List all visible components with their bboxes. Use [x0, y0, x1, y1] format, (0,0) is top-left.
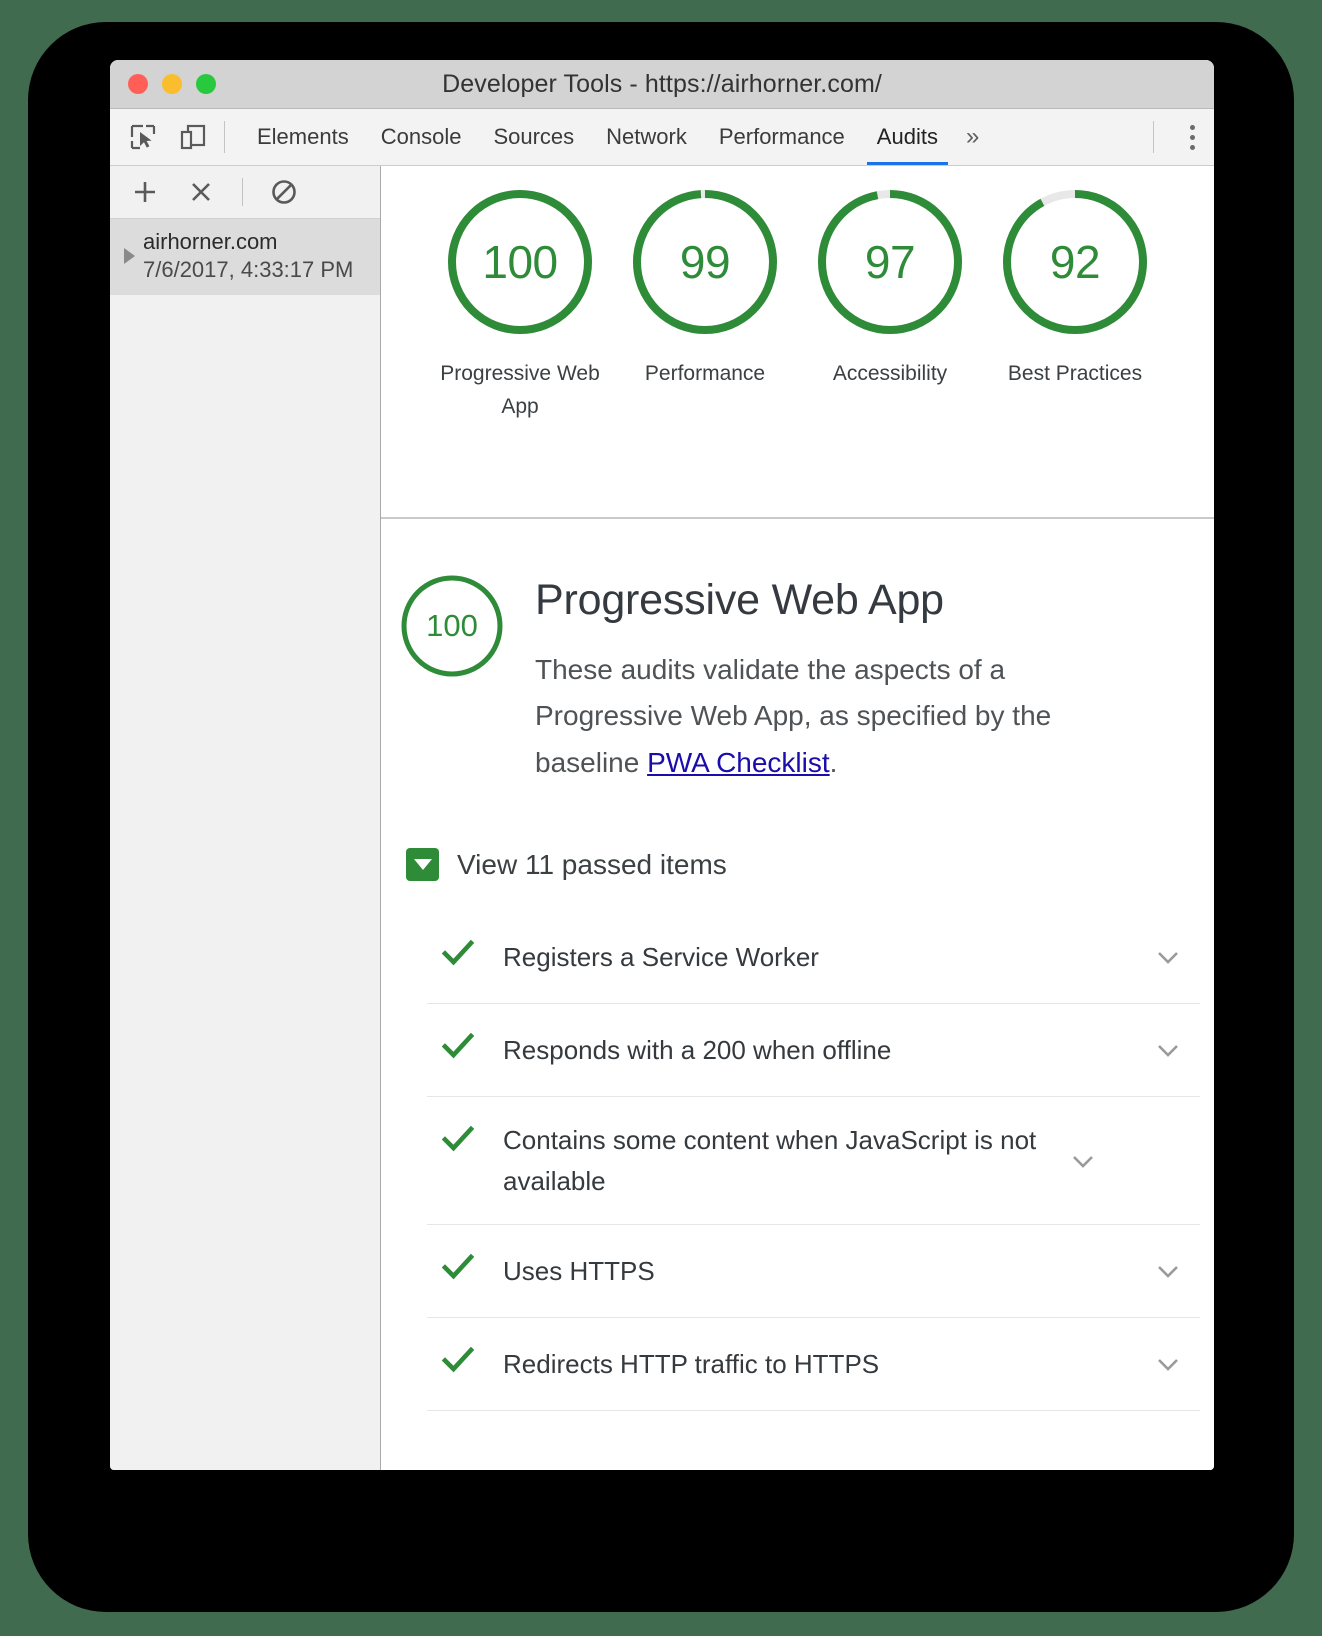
toolbar-divider: [224, 121, 225, 153]
score-gauge-row: 100 Progressive Web App 99 Performance 9…: [381, 166, 1214, 519]
devtools-tab-strip: Elements Console Sources Network Perform…: [110, 109, 1214, 166]
kebab-dot: [1189, 134, 1195, 140]
traffic-light-group: [128, 74, 216, 94]
score-card-accessibility: 97 Accessibility: [798, 184, 983, 391]
category-description: These audits validate the aspects of a P…: [535, 647, 1135, 786]
sidebar-item-report[interactable]: airhorner.com 7/6/2017, 4:33:17 PM: [110, 219, 380, 295]
title-bar: Developer Tools - https://airhorner.com/: [110, 60, 1214, 109]
device-toolbar-icon[interactable]: [178, 122, 208, 152]
menu-divider: [1153, 121, 1154, 153]
kebab-dot: [1189, 124, 1195, 130]
gauge-accessibility: 97: [812, 184, 968, 340]
audit-list: Registers a Service Worker Responds with…: [427, 911, 1200, 1412]
gauge-label-best-practices: Best Practices: [1007, 362, 1143, 385]
score-card-performance: 99 Performance: [613, 184, 798, 391]
report-host: airhorner.com: [143, 229, 278, 254]
gauge-pwa: 100: [442, 184, 598, 340]
kebab-dot: [1189, 144, 1195, 150]
tab-elements[interactable]: Elements: [241, 109, 365, 165]
gauge-label-accessibility: Accessibility: [832, 362, 948, 385]
audits-sidebar: airhorner.com 7/6/2017, 4:33:17 PM: [110, 166, 381, 1470]
inspect-element-icon[interactable]: [128, 122, 158, 152]
close-button[interactable]: [128, 74, 148, 94]
no-entry-clear-icon[interactable]: [269, 177, 299, 207]
tab-audits[interactable]: Audits: [861, 109, 954, 165]
mini-gauge-value: 100: [426, 608, 478, 643]
gauge-value-best-practices: 92: [1049, 236, 1101, 288]
gauge-label-performance: Performance: [644, 362, 766, 385]
audits-main-panel: 100 Progressive Web App 99 Performance 9…: [381, 166, 1214, 1470]
gauge-value-pwa: 100: [482, 236, 558, 288]
devtools-window: Developer Tools - https://airhorner.com/: [110, 60, 1214, 1470]
gauge-best-practices: 92: [997, 184, 1153, 340]
check-icon: [435, 1341, 481, 1377]
score-card-pwa: 100 Progressive Web App: [428, 184, 613, 423]
gauge-value-performance: 99: [679, 236, 731, 288]
view-passed-items-toggle[interactable]: View 11 passed items: [406, 848, 1214, 882]
audit-list-bottom-divider: [427, 1410, 1200, 1412]
audit-title: Uses HTTPS: [503, 1255, 655, 1286]
kebab-menu-icon[interactable]: [1170, 109, 1214, 165]
category-text-block: Progressive Web App These audits validat…: [535, 571, 1184, 786]
report-timestamp: 7/6/2017, 4:33:17 PM: [143, 257, 354, 282]
audit-row[interactable]: Registers a Service Worker: [427, 911, 1200, 1003]
check-icon: [435, 1027, 481, 1063]
tab-list: Elements Console Sources Network Perform…: [241, 109, 1137, 165]
page-title: Progressive Web App: [535, 576, 944, 624]
mini-gauge-pwa: 100: [397, 571, 507, 681]
close-x-icon[interactable]: [186, 177, 216, 207]
gauge-performance: 99: [627, 184, 783, 340]
score-card-best-practices: 92 Best Practices: [983, 184, 1168, 391]
tab-performance[interactable]: Performance: [703, 109, 861, 165]
pwa-checklist-link[interactable]: PWA Checklist: [647, 747, 830, 778]
view-passed-items-label: View 11 passed items: [457, 848, 727, 880]
chevron-down-icon[interactable]: [1148, 942, 1188, 972]
chevron-down-icon[interactable]: [1148, 1256, 1188, 1286]
maximize-button[interactable]: [196, 74, 216, 94]
audit-title: Redirects HTTP traffic to HTTPS: [503, 1348, 880, 1379]
triangle-down-icon[interactable]: [406, 848, 439, 882]
caret-shape: [413, 859, 432, 871]
audit-row[interactable]: Redirects HTTP traffic to HTTPS: [427, 1317, 1200, 1410]
audit-title: Contains some content when JavaScript is…: [503, 1125, 1037, 1196]
sidebar-toolbar-divider: [242, 178, 243, 206]
page-root: Developer Tools - https://airhorner.com/: [0, 0, 1322, 1636]
report-labels: airhorner.com 7/6/2017, 4:33:17 PM: [143, 229, 353, 283]
mini-gauge-wrap: 100: [395, 571, 535, 681]
minimize-button[interactable]: [162, 74, 182, 94]
chevron-down-icon[interactable]: [1063, 1146, 1103, 1176]
window-title: Developer Tools - https://airhorner.com/: [442, 69, 882, 98]
triangle-right-icon[interactable]: [124, 248, 135, 264]
tab-sources[interactable]: Sources: [477, 109, 590, 165]
audit-row[interactable]: Contains some content when JavaScript is…: [427, 1096, 1200, 1224]
tool-icon-group: [110, 109, 208, 165]
plus-icon[interactable]: [130, 177, 160, 207]
category-header: 100 Progressive Web App These audits val…: [381, 571, 1214, 786]
sidebar-toolbar: [110, 166, 380, 219]
audit-title: Responds with a 200 when offline: [503, 1035, 892, 1066]
devtools-body: airhorner.com 7/6/2017, 4:33:17 PM 100 P…: [110, 166, 1214, 1470]
chevron-down-icon[interactable]: [1148, 1035, 1188, 1065]
check-icon: [435, 934, 481, 970]
chevron-down-icon[interactable]: [1148, 1349, 1188, 1379]
gauge-label-pwa: Progressive Web App: [440, 362, 600, 418]
check-icon: [435, 1248, 481, 1284]
tab-network[interactable]: Network: [590, 109, 703, 165]
description-tail: .: [829, 746, 838, 778]
category-detail-section: 100 Progressive Web App These audits val…: [381, 519, 1214, 1470]
audit-title: Registers a Service Worker: [503, 942, 819, 973]
gauge-value-accessibility: 97: [864, 236, 916, 288]
check-icon: [435, 1120, 481, 1156]
audit-row[interactable]: Responds with a 200 when offline: [427, 1003, 1200, 1096]
audit-row[interactable]: Uses HTTPS: [427, 1224, 1200, 1317]
more-tabs-icon[interactable]: »: [954, 109, 991, 165]
tab-console[interactable]: Console: [365, 109, 478, 165]
